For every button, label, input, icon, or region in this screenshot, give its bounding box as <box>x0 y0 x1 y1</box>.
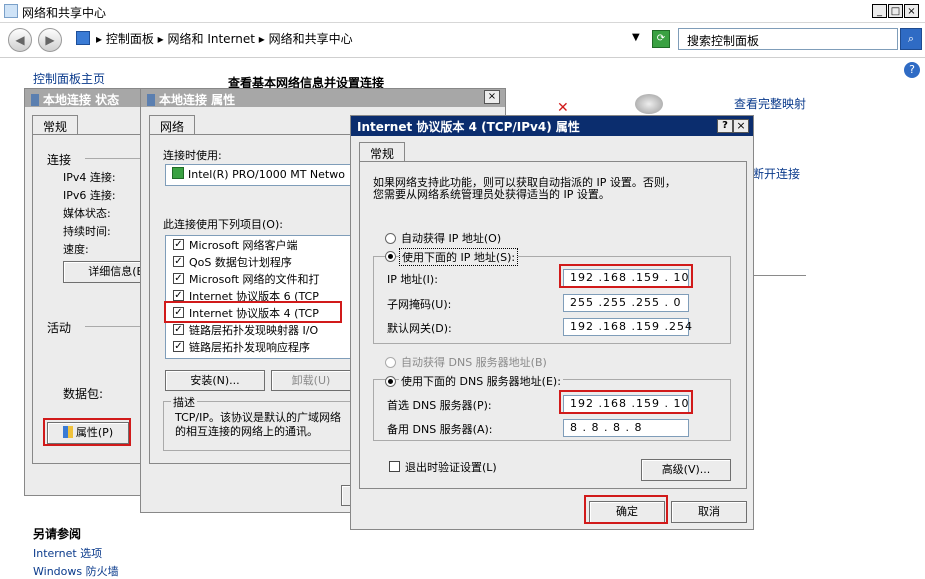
radio-auto-dns-label[interactable]: 自动获得 DNS 服务器地址(B) <box>401 354 547 370</box>
radio-auto-ip-label[interactable]: 自动获得 IP 地址(O) <box>401 230 501 246</box>
highlight-dns-field <box>559 390 693 414</box>
highlight-ipv4-item <box>164 301 342 323</box>
breadcrumb-item[interactable]: 控制面板 <box>106 32 154 46</box>
main-title-bar: 网络和共享中心 _ □ × <box>0 0 925 23</box>
checkbox[interactable]: ✓ <box>173 290 184 301</box>
status-row: IPv6 连接: <box>63 189 116 202</box>
breadcrumb[interactable]: ▸ 控制面板 ▸ 网络和 Internet ▸ 网络和共享中心 <box>76 30 353 47</box>
alternate-dns-field[interactable]: 8 . 8 . 8 . 8 <box>563 419 689 437</box>
search-input[interactable]: 搜索控制面板 <box>678 28 898 50</box>
intro-line: 您需要从网络系统管理员处获得适当的 IP 设置。 <box>373 188 610 201</box>
highlight-ip-field <box>559 264 693 288</box>
help-icon[interactable]: ? <box>904 62 920 78</box>
adapter-field: Intel(R) PRO/1000 MT Netwo <box>165 164 355 186</box>
radio-auto-dns[interactable] <box>385 357 396 368</box>
refresh-icon[interactable]: ⟳ <box>652 30 670 48</box>
search-icon[interactable]: ⌕ <box>900 28 922 50</box>
radio-manual-ip-label[interactable]: 使用下面的 IP 地址(S): <box>399 248 519 266</box>
divider <box>752 275 806 276</box>
list-item[interactable]: QoS 数据包计划程序 <box>189 254 292 270</box>
status-row: IPv4 连接: <box>63 171 116 184</box>
validate-label[interactable]: 退出时验证设置(L) <box>405 459 497 475</box>
globe-icon <box>635 94 663 114</box>
validate-checkbox[interactable] <box>389 461 400 472</box>
list-item[interactable]: Microsoft 网络客户端 <box>189 237 298 253</box>
checkbox[interactable]: ✓ <box>173 273 184 284</box>
gateway-field[interactable]: 192 .168 .159 .254 <box>563 318 692 336</box>
connect-using-label: 连接时使用: <box>163 149 222 162</box>
network-center-icon <box>4 4 18 18</box>
dns2-label: 备用 DNS 服务器(A): <box>387 423 493 436</box>
internet-options-link[interactable]: Internet 选项 <box>33 545 102 561</box>
checkbox[interactable]: ✓ <box>173 324 184 335</box>
description-title: 描述 <box>171 394 197 410</box>
ipv4-dialog-title: Internet 协议版本 4 (TCP/IPv4) 属性 <box>351 116 753 136</box>
back-icon[interactable]: ◀ <box>8 28 32 52</box>
items-label: 此连接使用下列项目(O): <box>163 218 283 231</box>
network-icon <box>31 94 39 106</box>
view-full-map-link[interactable]: 查看完整映射 <box>734 95 806 112</box>
subnet-mask-field[interactable]: 255 .255 .255 . 0 <box>563 294 689 312</box>
checkbox[interactable]: ✓ <box>173 239 184 250</box>
list-item[interactable]: 链路层拓扑发现映射器 I/O <box>189 322 318 338</box>
highlight-ok-button <box>584 495 668 524</box>
breadcrumb-item[interactable]: 网络和 Internet <box>168 32 255 46</box>
forward-icon[interactable]: ▶ <box>38 28 62 52</box>
breadcrumb-item[interactable]: 网络和共享中心 <box>269 32 353 46</box>
mask-label: 子网掩码(U): <box>387 298 452 311</box>
close-icon[interactable]: × <box>484 90 500 104</box>
help-button[interactable]: ? <box>717 119 733 133</box>
install-button[interactable]: 安装(N)... <box>165 370 265 391</box>
advanced-button[interactable]: 高级(V)... <box>641 459 731 481</box>
ipv4-dialog: Internet 协议版本 4 (TCP/IPv4) 属性 ? × 常规 如果网… <box>350 115 754 530</box>
checkbox[interactable]: ✓ <box>173 256 184 267</box>
main-window-title: 网络和共享中心 <box>22 6 107 20</box>
adapter-icon <box>172 167 184 179</box>
props-dialog-title: 本地连接 属性 <box>141 89 505 107</box>
uninstall-button[interactable]: 卸载(U) <box>271 370 351 391</box>
ip-label: IP 地址(I): <box>387 273 438 286</box>
address-dropdown-icon[interactable]: ▼ <box>632 32 640 43</box>
gateway-label: 默认网关(D): <box>387 322 452 335</box>
packets-label: 数据包: <box>63 387 104 401</box>
see-also-title: 另请参阅 <box>33 527 82 541</box>
radio-auto-ip[interactable] <box>385 233 396 244</box>
cancel-button[interactable]: 取消 <box>671 501 747 523</box>
dns1-label: 首选 DNS 服务器(P): <box>387 399 492 412</box>
radio-manual-dns-label[interactable]: 使用下面的 DNS 服务器地址(E): <box>399 373 563 389</box>
highlight-properties-button <box>43 418 131 446</box>
firewall-link[interactable]: Windows 防火墙 <box>33 563 119 579</box>
status-row: 媒体状态: <box>63 207 111 220</box>
maximize-button[interactable]: □ <box>888 4 903 18</box>
list-item[interactable]: Microsoft 网络的文件和打 <box>189 271 320 287</box>
checkbox[interactable]: ✓ <box>173 341 184 352</box>
control-panel-icon <box>76 31 90 45</box>
radio-manual-ip[interactable] <box>385 251 396 262</box>
section-connection: 连接 <box>47 153 72 167</box>
section-activity: 活动 <box>47 321 72 335</box>
status-row: 速度: <box>63 243 89 256</box>
x-mark-icon: ✕ <box>557 100 569 116</box>
close-button[interactable]: × <box>904 4 919 18</box>
status-row: 持续时间: <box>63 225 111 238</box>
list-item[interactable]: 链路层拓扑发现响应程序 <box>189 339 310 355</box>
radio-manual-dns[interactable] <box>385 376 396 387</box>
minimize-button[interactable]: _ <box>872 4 887 18</box>
close-icon[interactable]: × <box>733 119 749 133</box>
disconnect-link[interactable]: 断开连接 <box>752 165 800 182</box>
description-line: 的相互连接的网络上的通讯。 <box>175 425 318 438</box>
left-link-home[interactable]: 控制面板主页 <box>33 70 105 87</box>
network-icon <box>147 94 155 106</box>
